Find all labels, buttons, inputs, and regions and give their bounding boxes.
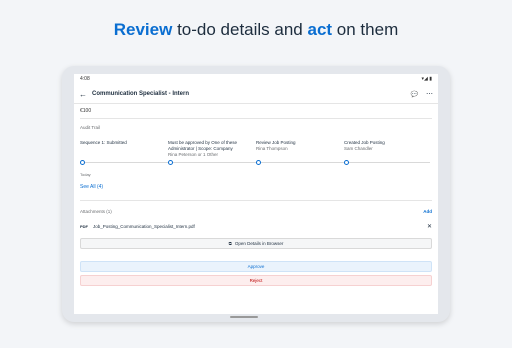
timeline-step: Review Job Posting Rina Thompson (256, 140, 344, 172)
amount-value: €100 (80, 108, 92, 114)
audit-timeline: Sequence 1: Submitted Must be approved b… (80, 140, 432, 172)
detail-content: €100 Audit Trail Sequence 1: Submitted M… (74, 108, 438, 286)
attachment-file-name[interactable]: Job_Posting_Communication_Specialist_Int… (90, 224, 427, 229)
add-attachment-button[interactable]: Add (423, 209, 432, 214)
step-title: Sequence 1: Submitted (80, 140, 127, 145)
open-in-browser-button[interactable]: ⧉ Open Details in Browser (80, 238, 432, 249)
reject-button[interactable]: Reject (80, 275, 432, 286)
attachment-row[interactable]: PDF Job_Posting_Communication_Specialist… (80, 220, 432, 232)
status-time: 4:08 (80, 76, 90, 82)
step-subtitle: Sam Chandler (344, 146, 373, 151)
chat-icon[interactable]: 💬 (411, 91, 418, 98)
tablet-frame: 4:08 ▾◢ ▮ ← Communication Specialist - I… (62, 66, 450, 322)
timeline-dot (168, 160, 173, 165)
timeline-dot (80, 160, 85, 165)
headline-middle: to-do details and (172, 20, 308, 39)
timeline-step: Sequence 1: Submitted (80, 140, 168, 172)
open-external-icon: ⧉ (228, 241, 232, 246)
marketing-headline: Review to-do details and act on them (0, 20, 512, 40)
status-bar: 4:08 ▾◢ ▮ (74, 74, 438, 85)
headline-word-review: Review (113, 20, 173, 39)
app-screen: 4:08 ▾◢ ▮ ← Communication Specialist - I… (74, 74, 438, 314)
see-all-link[interactable]: See All (4) (80, 184, 432, 194)
attachments-header: Attachments (1) Add (80, 209, 432, 214)
pdf-file-icon: PDF (80, 223, 88, 229)
more-options-icon[interactable]: ⋯ (426, 90, 433, 98)
app-bar: ← Communication Specialist - Intern 💬 ⋯ (74, 85, 438, 104)
step-subtitle: Rina Peterson or 1 Other (168, 152, 219, 157)
remove-attachment-icon[interactable]: ✕ (427, 223, 432, 230)
today-label: Today (80, 172, 91, 177)
approve-button[interactable]: Approve (80, 261, 432, 272)
attachments-label: Attachments (1) (80, 209, 112, 214)
status-icons: ▾◢ ▮ (421, 76, 433, 82)
section-divider (80, 200, 432, 201)
timeline-dot (344, 160, 349, 165)
open-in-browser-label: Open Details in Browser (234, 241, 284, 246)
page-title: Communication Specialist - Intern (92, 91, 190, 97)
timeline-step: Created Job Posting Sam Chandler (344, 140, 432, 172)
audit-trail-label: Audit Trail (80, 125, 101, 130)
timeline-dot (256, 160, 261, 165)
step-subtitle: Rina Thompson (256, 146, 288, 151)
home-indicator (230, 316, 258, 318)
headline-end: on them (332, 20, 399, 39)
audit-trail-section: Audit Trail Sequence 1: Submitted Must b… (80, 118, 432, 194)
step-title: Must be approved by One of these Adminis… (168, 140, 238, 151)
back-arrow-icon[interactable]: ← (79, 90, 89, 99)
headline-word-act: act (307, 20, 333, 39)
timeline-step: Must be approved by One of these Adminis… (168, 140, 256, 172)
